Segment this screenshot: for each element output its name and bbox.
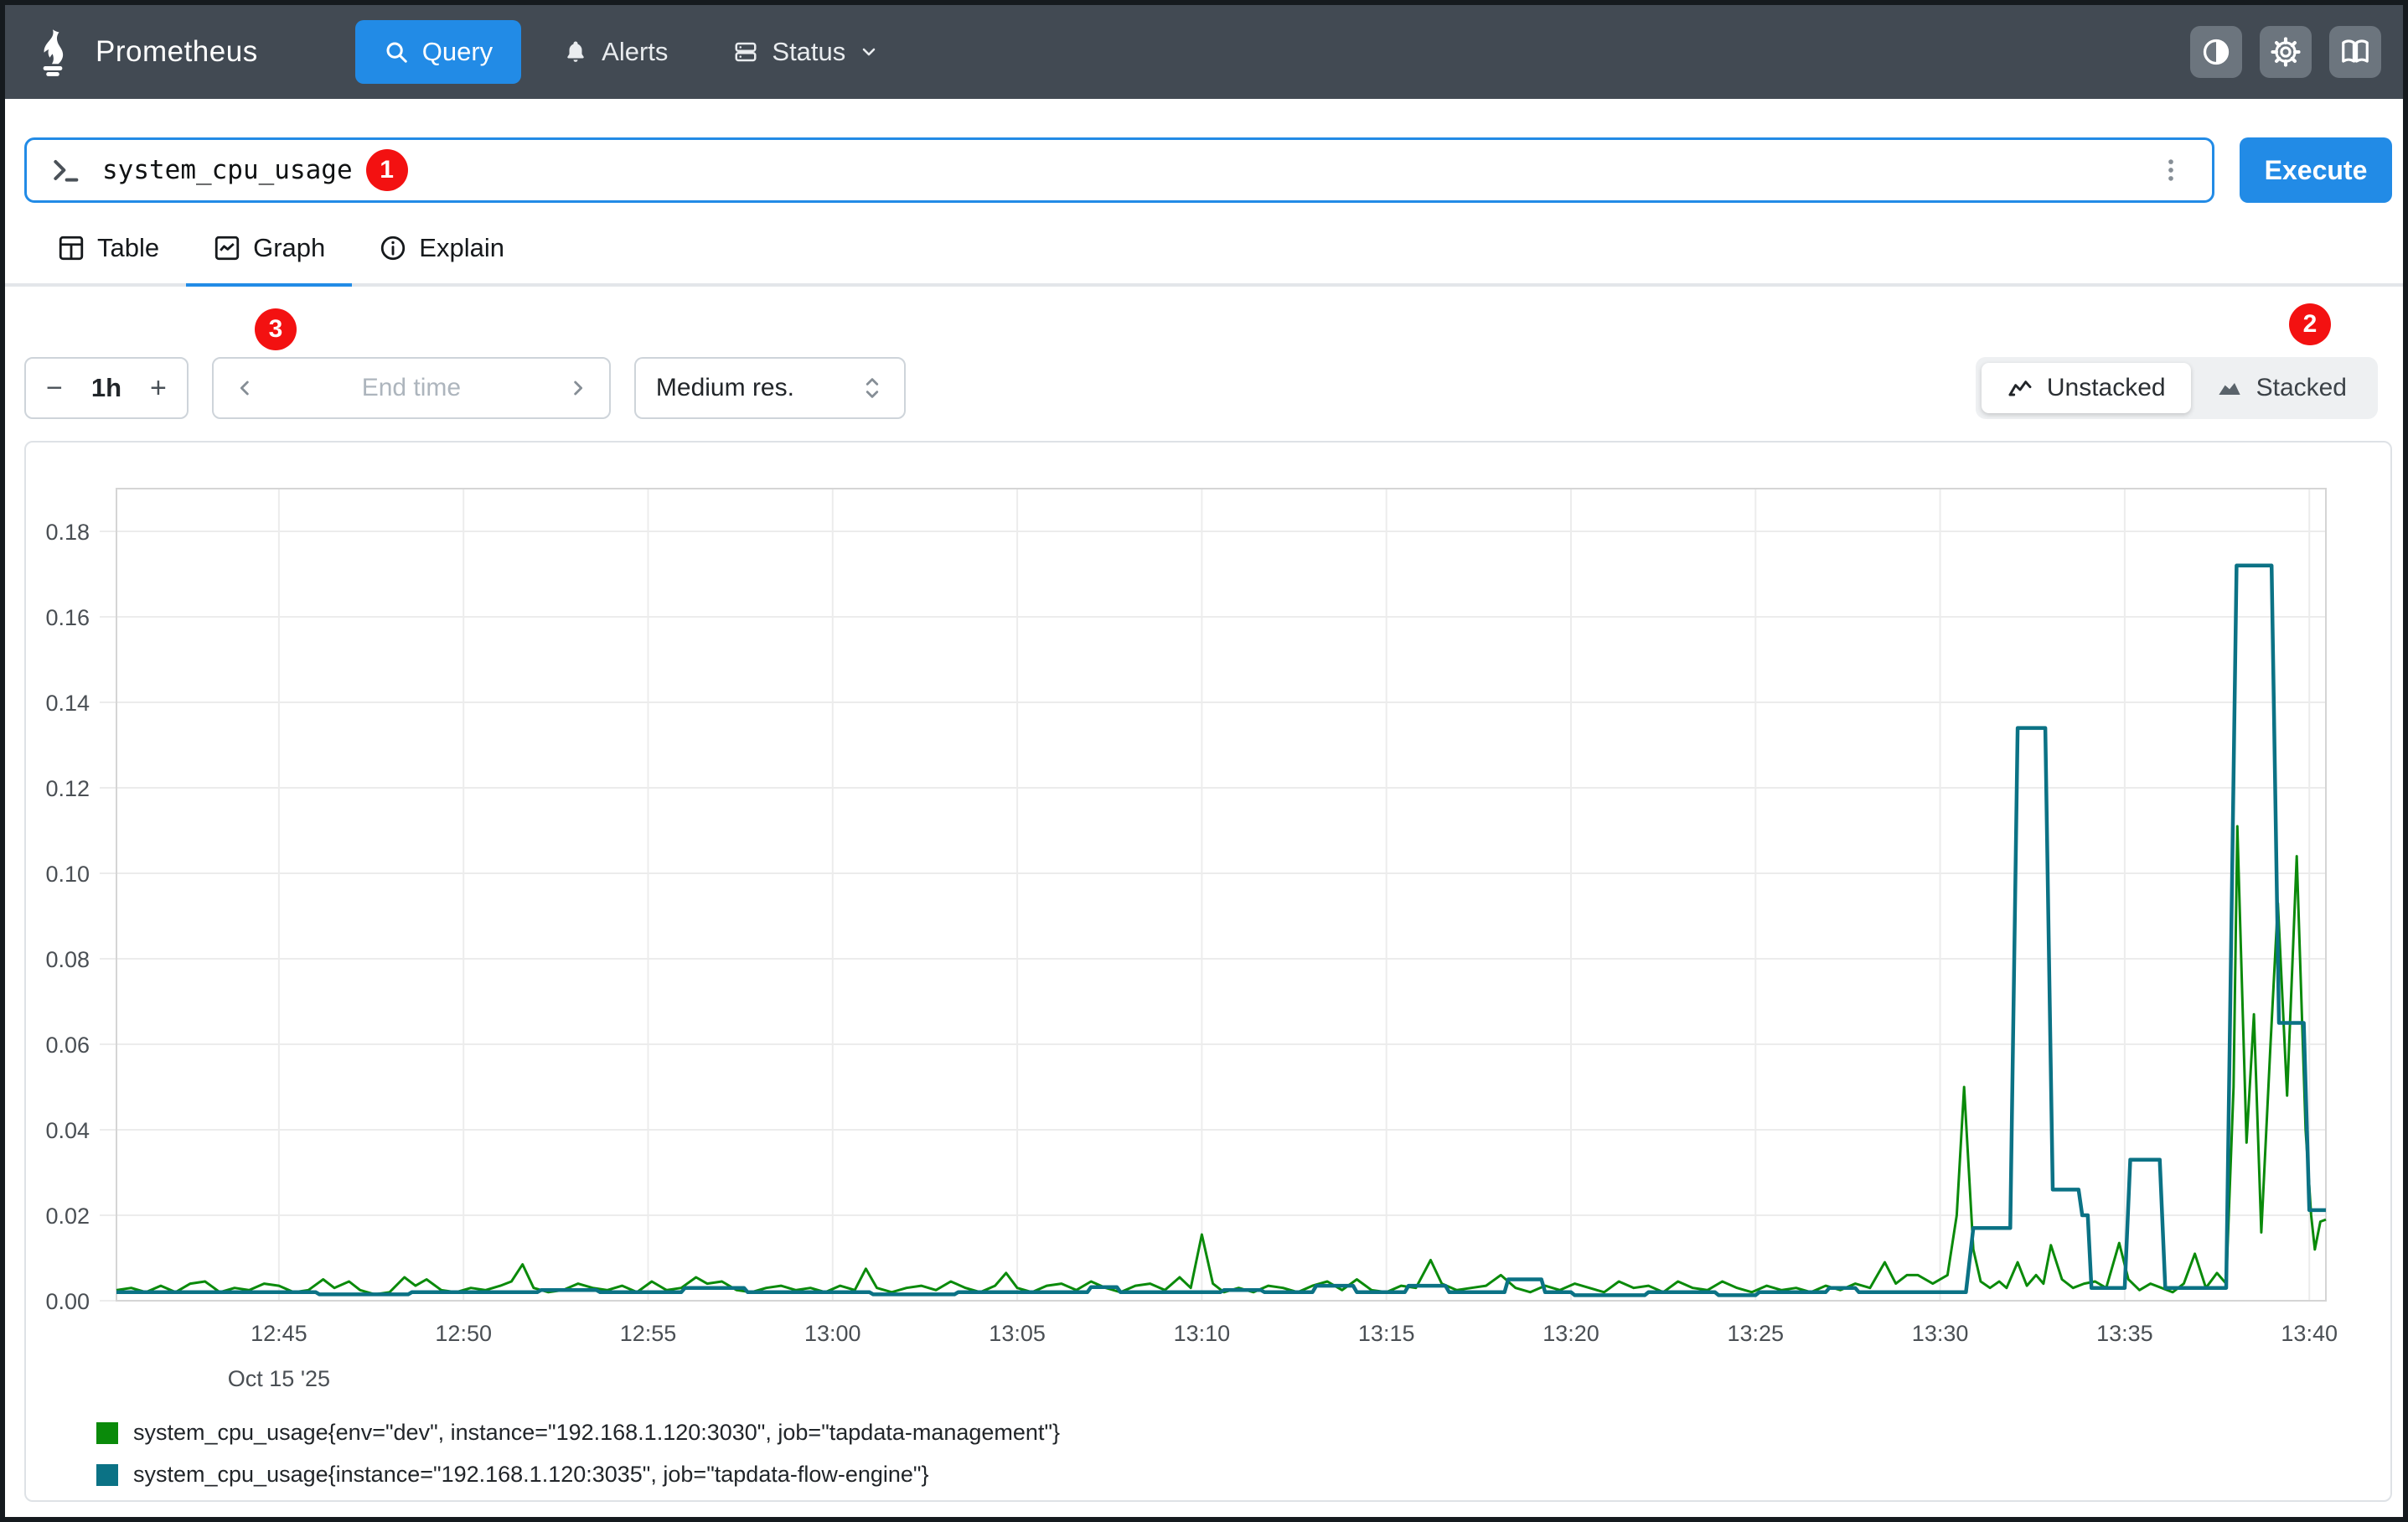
terminal-prompt-icon [49, 153, 82, 187]
range-increase-button[interactable]: + [147, 372, 170, 405]
range-stepper: − 1h + [24, 357, 189, 419]
tab-explain-label: Explain [419, 233, 504, 263]
table-icon [57, 234, 85, 262]
docs-button[interactable] [2329, 26, 2381, 78]
promql-expression-input[interactable]: system_cpu_usage 1 [24, 137, 2214, 203]
nav-alerts-button[interactable]: Alerts [540, 20, 691, 84]
legend-item[interactable]: system_cpu_usage{env="dev", instance="19… [96, 1420, 2390, 1446]
bell-icon [563, 39, 588, 65]
tab-explain[interactable]: Explain [352, 220, 531, 287]
execute-button[interactable]: Execute [2240, 137, 2392, 203]
svg-text:13:35: 13:35 [2096, 1321, 2153, 1346]
gear-icon [2270, 36, 2302, 68]
svg-text:0.12: 0.12 [45, 776, 90, 801]
nav-query-label: Query [422, 37, 493, 67]
unstacked-chart-icon [2007, 375, 2033, 401]
range-decrease-button[interactable]: − [43, 372, 66, 405]
search-icon [384, 39, 409, 65]
theme-toggle-button[interactable] [2190, 26, 2242, 78]
svg-text:12:50: 12:50 [435, 1321, 492, 1346]
stacking-toggle: Unstacked Stacked [1976, 357, 2378, 419]
info-icon [379, 234, 407, 262]
brand-title: Prometheus [96, 35, 258, 69]
svg-text:13:05: 13:05 [989, 1321, 1046, 1346]
timeseries-chart[interactable]: 0.00 0.02 0.04 0.06 0.08 0.10 0.12 0.14 0.16 0.18… [26, 443, 2384, 1406]
svg-text:0.16: 0.16 [45, 605, 90, 630]
svg-text:13:30: 13:30 [1912, 1321, 1969, 1346]
svg-text:13:40: 13:40 [2281, 1321, 2338, 1346]
server-icon [733, 39, 758, 65]
nav-status-menu[interactable]: Status [710, 20, 902, 84]
svg-text:13:10: 13:10 [1174, 1321, 1231, 1346]
end-time-picker[interactable]: End time [212, 357, 611, 419]
svg-text:Oct 15 '25: Oct 15 '25 [228, 1366, 330, 1391]
chevron-right-icon[interactable] [566, 376, 589, 400]
resolution-select[interactable]: Medium res. [634, 357, 906, 419]
legend-swatch-icon [96, 1464, 118, 1486]
svg-text:13:00: 13:00 [804, 1321, 861, 1346]
svg-text:13:25: 13:25 [1728, 1321, 1785, 1346]
tab-graph-label: Graph [253, 233, 325, 263]
contrast-icon [2201, 37, 2231, 67]
svg-text:12:45: 12:45 [251, 1321, 307, 1346]
legend-series-label: system_cpu_usage{instance="192.168.1.120… [133, 1462, 929, 1488]
legend-swatch-icon [96, 1422, 118, 1444]
prometheus-logo-icon [27, 26, 79, 78]
nav-alerts-label: Alerts [602, 37, 668, 67]
top-navbar: Prometheus Query Alerts [5, 5, 2403, 99]
brand[interactable]: Prometheus [27, 26, 258, 78]
nav-query-button[interactable]: Query [355, 20, 521, 84]
svg-text:13:15: 13:15 [1358, 1321, 1415, 1346]
resolution-value: Medium res. [656, 374, 794, 402]
legend-series-label: system_cpu_usage{env="dev", instance="19… [133, 1420, 1060, 1446]
graph-panel: 0.00 0.02 0.04 0.06 0.08 0.10 0.12 0.14 0.16 0.18… [24, 441, 2392, 1502]
stacked-chart-icon [2216, 375, 2243, 401]
stacked-label: Stacked [2256, 374, 2347, 402]
chevron-left-icon[interactable] [234, 376, 257, 400]
unstacked-label: Unstacked [2047, 374, 2166, 402]
query-options-kebab-icon[interactable] [2152, 156, 2190, 184]
svg-text:0.00: 0.00 [45, 1289, 90, 1314]
svg-text:0.02: 0.02 [45, 1204, 90, 1229]
svg-text:0.18: 0.18 [45, 520, 90, 545]
chart-legend: system_cpu_usage{env="dev", instance="19… [26, 1406, 2390, 1488]
graph-controls: − 1h + End time Medium res. [5, 287, 2403, 419]
svg-text:0.10: 0.10 [45, 862, 90, 887]
tab-table[interactable]: Table [30, 220, 186, 287]
stacked-option[interactable]: Stacked [2191, 363, 2372, 413]
svg-text:13:20: 13:20 [1542, 1321, 1599, 1346]
unstacked-option[interactable]: Unstacked [1982, 363, 2191, 413]
nav-status-label: Status [772, 37, 845, 67]
end-time-placeholder: End time [362, 374, 461, 402]
svg-text:0.14: 0.14 [45, 691, 90, 716]
annotation-badge-1: 1 [366, 149, 408, 191]
select-arrows-icon [860, 375, 884, 401]
range-value[interactable]: 1h [91, 373, 121, 403]
query-row: system_cpu_usage 1 Execute 2 [5, 99, 2403, 203]
settings-button[interactable] [2260, 26, 2312, 78]
result-tabs: Table Graph Explain [5, 220, 2403, 287]
tab-table-label: Table [97, 233, 159, 263]
svg-text:0.06: 0.06 [45, 1033, 90, 1058]
tab-graph[interactable]: Graph [186, 220, 352, 287]
svg-text:0.08: 0.08 [45, 947, 90, 972]
svg-text:0.04: 0.04 [45, 1118, 90, 1143]
book-icon [2339, 36, 2371, 68]
promql-expression-text: system_cpu_usage [102, 155, 353, 185]
chevron-down-icon [859, 42, 879, 62]
svg-text:12:55: 12:55 [620, 1321, 677, 1346]
legend-item[interactable]: system_cpu_usage{instance="192.168.1.120… [96, 1462, 2390, 1488]
graph-icon [213, 234, 241, 262]
